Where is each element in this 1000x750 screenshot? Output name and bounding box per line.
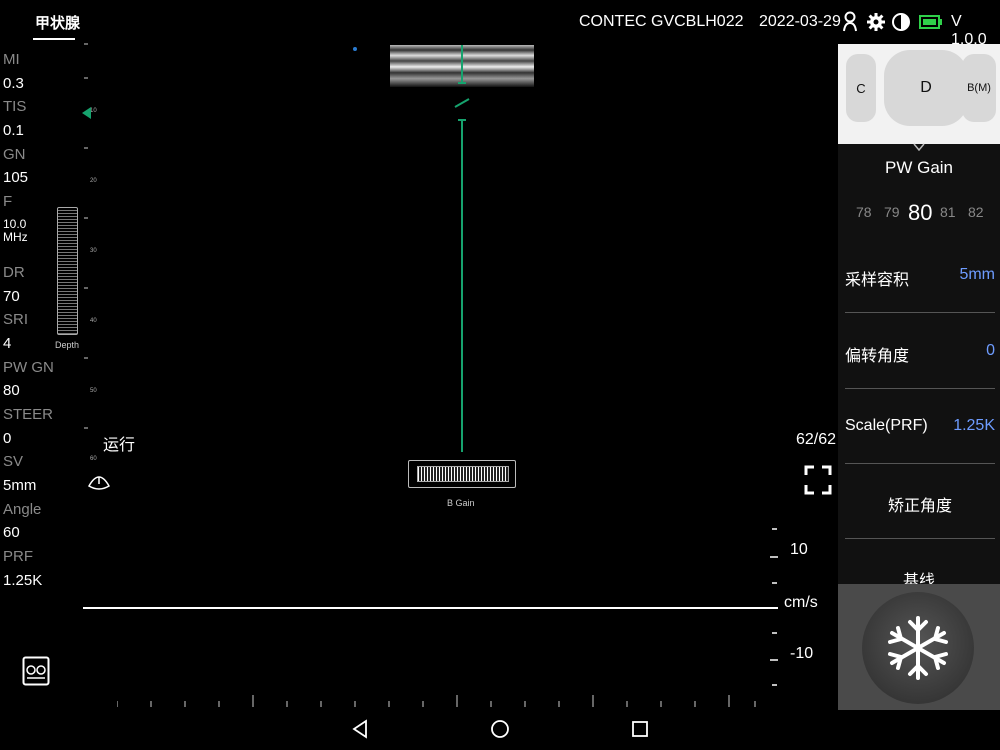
top-bar: 甲状腺 CONTEC GVCBLH022 2022-03-29 V 1.0.0 — [0, 0, 1000, 48]
setting-label: Scale(PRF) — [845, 417, 928, 434]
param-label-sv: SV — [3, 453, 24, 471]
mode-button-d[interactable]: D — [884, 50, 968, 126]
setting-baseline-clip: 基线 — [838, 555, 1000, 584]
setting-value: 0 — [986, 342, 995, 359]
mode-button-c[interactable]: C — [846, 54, 876, 122]
divider — [845, 388, 995, 389]
param-label-steer: STEER — [3, 405, 54, 423]
b-gain-slider[interactable] — [408, 460, 516, 488]
setting-value: 5mm — [959, 266, 995, 283]
setting-scale-prf[interactable]: Scale(PRF) 1.25K — [845, 417, 995, 447]
depth-label: Depth — [55, 340, 80, 350]
depth-tick-50: 50 — [90, 388, 97, 394]
doppler-cursor-line[interactable] — [461, 120, 463, 452]
pw-gain-current-value[interactable]: 80 — [908, 200, 932, 226]
sample-gate-cursor[interactable] — [450, 45, 480, 135]
system-nav-bar — [0, 710, 1000, 750]
depth-tick-40: 40 — [90, 318, 97, 324]
pw-gain-title: PW Gain — [884, 158, 954, 177]
param-value-angle: 60 — [3, 524, 20, 542]
device-name: CONTEC GVCBLH022 — [579, 13, 744, 30]
run-status: 运行 — [103, 437, 136, 454]
divider — [845, 538, 995, 539]
param-value-steer: 0 — [3, 429, 12, 447]
video-record-icon[interactable] — [22, 656, 50, 686]
param-label-mi: MI — [3, 51, 20, 68]
mode-button-bm[interactable]: B(M) — [962, 54, 996, 122]
depth-ruler — [84, 43, 88, 429]
back-icon[interactable] — [352, 719, 368, 739]
velocity-unit-label: cm/s — [784, 594, 818, 611]
setting-label: 矫正角度 — [887, 498, 952, 515]
divider — [845, 463, 995, 464]
person-icon[interactable] — [842, 11, 860, 33]
divider — [845, 312, 995, 313]
velocity-scale-ticks — [770, 528, 778, 686]
depth-tick-60: 60 — [90, 456, 97, 462]
time-axis-ticks — [117, 695, 756, 707]
pw-gain-value[interactable]: 79 — [884, 204, 900, 220]
setting-label: 采样容积 — [845, 272, 910, 289]
recents-icon[interactable] — [631, 720, 649, 738]
mode-label-d: D — [920, 79, 932, 96]
param-label-prf: PRF — [3, 548, 33, 566]
mode-label-bm: B(M) — [967, 82, 991, 94]
color-marker-dot — [353, 47, 357, 51]
param-label-gn: GN — [3, 145, 26, 163]
pw-gain-value[interactable]: 78 — [856, 204, 872, 220]
pw-gain-value[interactable]: 82 — [968, 204, 984, 220]
param-label-tis: TIS — [3, 98, 27, 116]
pw-gain-picker[interactable]: 78 79 80 81 82 — [838, 200, 1000, 228]
pw-gain-value[interactable]: 81 — [940, 204, 956, 220]
probe-icon[interactable] — [86, 470, 112, 492]
setting-angle-correction[interactable]: 矫正角度 — [845, 492, 995, 522]
param-value-prf: 1.25K — [3, 571, 43, 589]
b-gain-slider-track[interactable] — [417, 466, 509, 482]
preset-tab[interactable]: 甲状腺 — [35, 12, 80, 33]
param-value-gn: 105 — [3, 169, 29, 187]
setting-label: 偏转角度 — [845, 348, 910, 365]
velocity-negative-label: -10 — [790, 645, 814, 662]
focus-marker-icon[interactable] — [82, 107, 92, 119]
setting-sample-volume[interactable]: 采样容积 5mm — [845, 266, 995, 296]
fullscreen-icon[interactable] — [804, 465, 832, 495]
mode-label-c: C — [856, 80, 866, 96]
param-label-pw-gn: PW GN — [3, 358, 54, 376]
velocity-positive-label: 10 — [790, 541, 808, 558]
gear-icon[interactable] — [866, 12, 886, 32]
param-value-tis: 0.1 — [3, 122, 24, 140]
param-value-mi: 0.3 — [3, 74, 24, 92]
freeze-button[interactable] — [862, 592, 974, 704]
b-gain-label: B Gain — [447, 498, 475, 508]
depth-tick-30: 30 — [90, 248, 97, 254]
depth-tick-20: 20 — [90, 178, 97, 184]
frame-count: 62/62 — [796, 431, 837, 448]
spectrum-baseline[interactable] — [83, 607, 778, 609]
date-label: 2022-03-29 — [759, 13, 841, 30]
depth-slider[interactable] — [57, 207, 78, 335]
setting-baseline[interactable]: 基线 — [838, 567, 1000, 584]
param-value-sv: 5mm — [3, 477, 37, 494]
battery-icon — [919, 15, 942, 29]
setting-steer-angle[interactable]: 偏转角度 0 — [845, 342, 995, 372]
param-value-pw-gn: 80 — [3, 382, 20, 400]
chevron-down-icon — [913, 143, 925, 151]
mode-selector: C D B(M) — [838, 44, 1000, 144]
setting-value: 1.25K — [953, 417, 995, 434]
home-icon[interactable] — [490, 719, 510, 739]
snowflake-icon — [888, 616, 948, 680]
contrast-icon[interactable] — [891, 12, 911, 32]
param-label-angle: Angle — [3, 500, 42, 518]
preset-tab-underline — [33, 38, 75, 40]
